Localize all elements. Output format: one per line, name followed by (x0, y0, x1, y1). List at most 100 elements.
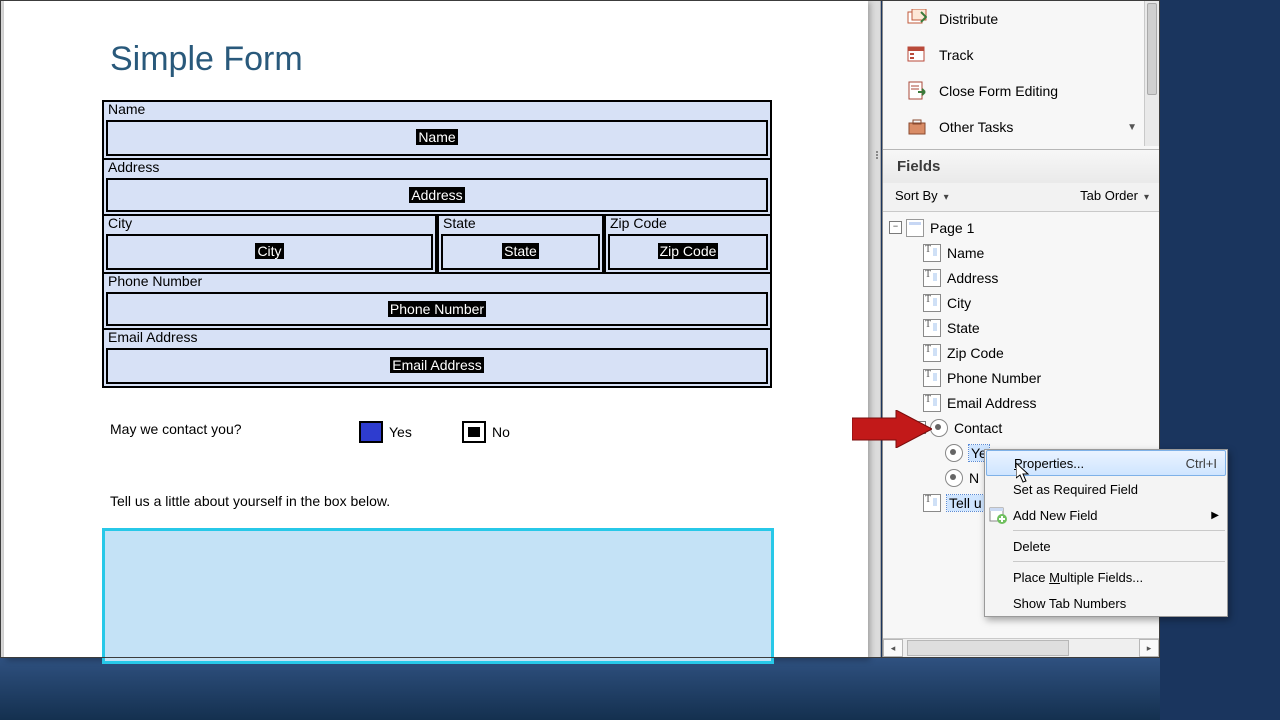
textfield-icon (923, 344, 941, 362)
checkbox-yes-icon (359, 421, 383, 443)
field-state-label: State (443, 215, 476, 231)
radio-yes-label: Yes (389, 424, 412, 440)
field-email[interactable]: Email Address Email Address (102, 328, 772, 388)
tree-tell-label: Tell u (947, 495, 984, 511)
sortby-dropdown[interactable]: Sort By (895, 188, 949, 203)
textfield-icon (923, 269, 941, 287)
task-other-label: Other Tasks (939, 119, 1013, 135)
tree-city-label: City (947, 295, 971, 311)
field-city[interactable]: City City (102, 214, 437, 274)
ctx-add-new-field[interactable]: Add New Field ▶ (985, 502, 1227, 528)
ctx-show-label: Show Tab Numbers (1013, 596, 1126, 611)
field-address[interactable]: Address Address (102, 158, 772, 216)
field-zip[interactable]: Zip Code Zip Code (604, 214, 772, 274)
tree-page1-label: Page 1 (930, 220, 974, 236)
submenu-arrow-icon: ▶ (1211, 510, 1219, 521)
textfield-icon (923, 294, 941, 312)
task-distribute-label: Distribute (939, 11, 998, 27)
tree-zip-label: Zip Code (947, 345, 1004, 361)
tasks-scrollbar[interactable] (1144, 1, 1159, 146)
field-phone-label: Phone Number (108, 273, 202, 289)
tree-phone[interactable]: Phone Number (883, 365, 1159, 390)
tree-page1[interactable]: − Page 1 (883, 215, 1159, 240)
radiogroup-icon (930, 419, 948, 437)
tree-address[interactable]: Address (883, 265, 1159, 290)
radio-yes[interactable]: Yes (359, 421, 412, 443)
field-city-label: City (108, 215, 132, 231)
scroll-left-button[interactable]: ◂ (883, 639, 903, 657)
task-close-form-editing[interactable]: Close Form Editing (885, 73, 1145, 109)
field-state-input[interactable]: State (441, 234, 600, 270)
mouse-cursor-icon (1016, 463, 1032, 485)
page-icon (906, 219, 924, 237)
tree-email-label: Email Address (947, 395, 1036, 411)
tree-no-label: N (969, 470, 979, 486)
splitter-handle[interactable] (876, 150, 882, 160)
tree-zip[interactable]: Zip Code (883, 340, 1159, 365)
contact-question: May we contact you? (110, 421, 242, 437)
tree-contact-label: Contact (954, 420, 1002, 436)
field-name-input[interactable]: Name (106, 120, 768, 156)
close-form-icon (907, 81, 927, 101)
chevron-down-icon: ▼ (1127, 122, 1137, 133)
tree-phone-label: Phone Number (947, 370, 1041, 386)
ctx-delete[interactable]: Delete (985, 533, 1227, 559)
task-distribute[interactable]: Distribute (885, 1, 1145, 37)
field-zip-label: Zip Code (610, 215, 667, 231)
document-pane: Simple Form Name Name Address Address Ci… (0, 0, 881, 658)
scroll-thumb[interactable] (907, 640, 1069, 656)
ctx-show-tab-numbers[interactable]: Show Tab Numbers (985, 590, 1227, 616)
taborder-dropdown[interactable]: Tab Order (1080, 188, 1149, 203)
tree-address-label: Address (947, 270, 998, 286)
scroll-right-button[interactable]: ▸ (1139, 639, 1159, 657)
ctx-separator (1013, 530, 1225, 531)
tree-city[interactable]: City (883, 290, 1159, 315)
field-name-label: Name (108, 101, 145, 117)
field-email-label: Email Address (108, 329, 197, 345)
task-track-label: Track (939, 47, 973, 63)
field-state[interactable]: State State (437, 214, 604, 274)
add-field-icon (989, 506, 1007, 524)
textfield-icon (923, 494, 941, 512)
fields-header: Fields (883, 149, 1159, 185)
field-zip-input[interactable]: Zip Code (608, 234, 768, 270)
ctx-place-multiple[interactable]: Place Multiple Fields... (985, 564, 1227, 590)
tree-state[interactable]: State (883, 315, 1159, 340)
about-textarea[interactable] (102, 528, 774, 664)
field-name[interactable]: Name Name (102, 100, 772, 160)
textfield-icon (923, 244, 941, 262)
tree-state-label: State (947, 320, 980, 336)
ctx-place-label: Place Multiple Fields... (1013, 570, 1143, 585)
task-close-label: Close Form Editing (939, 83, 1058, 99)
checkbox-no-icon (462, 421, 486, 443)
textfield-icon (923, 394, 941, 412)
tree-name[interactable]: Name (883, 240, 1159, 265)
ctx-addnew-label: Add New Field (1013, 508, 1098, 523)
track-icon (907, 45, 927, 65)
tree-hscrollbar[interactable]: ◂ ▸ (883, 638, 1159, 657)
textfield-icon (923, 369, 941, 387)
radio-icon (945, 469, 963, 487)
textfield-icon (923, 319, 941, 337)
form-title: Simple Form (110, 40, 303, 79)
briefcase-icon (907, 117, 927, 137)
field-phone[interactable]: Phone Number Phone Number (102, 272, 772, 330)
form-page: Simple Form Name Name Address Address Ci… (4, 0, 868, 658)
field-address-label: Address (108, 159, 159, 175)
tree-name-label: Name (947, 245, 984, 261)
radio-no[interactable]: No (462, 421, 510, 443)
app-background (0, 658, 1160, 720)
ctx-separator (1013, 561, 1225, 562)
task-other-tasks[interactable]: Other Tasks ▼ (885, 109, 1145, 145)
collapse-icon[interactable]: − (889, 221, 902, 234)
field-phone-input[interactable]: Phone Number (106, 292, 768, 326)
ctx-delete-label: Delete (1013, 539, 1051, 554)
about-label: Tell us a little about yourself in the b… (110, 493, 390, 509)
field-city-input[interactable]: City (106, 234, 433, 270)
ctx-properties-shortcut: Ctrl+I (1186, 456, 1217, 471)
radio-no-label: No (492, 424, 510, 440)
red-arrow-annotation (852, 410, 932, 448)
task-track[interactable]: Track (885, 37, 1145, 73)
field-address-input[interactable]: Address (106, 178, 768, 212)
field-email-input[interactable]: Email Address (106, 348, 768, 384)
